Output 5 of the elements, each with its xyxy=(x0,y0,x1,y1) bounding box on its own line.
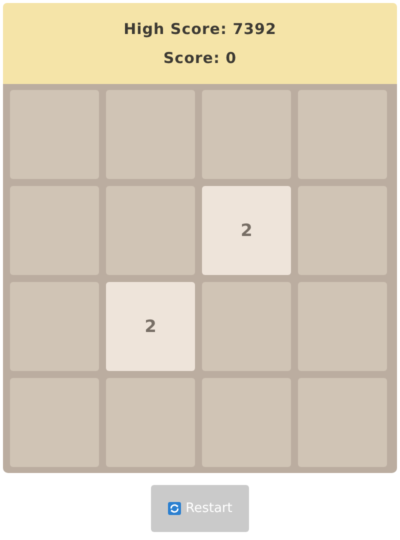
score-text: Score: 0 xyxy=(163,49,237,67)
number-tile: 2 xyxy=(106,282,195,371)
high-score-text: High Score: 7392 xyxy=(124,20,276,38)
number-tile: 2 xyxy=(202,186,291,275)
refresh-icon xyxy=(168,502,181,515)
